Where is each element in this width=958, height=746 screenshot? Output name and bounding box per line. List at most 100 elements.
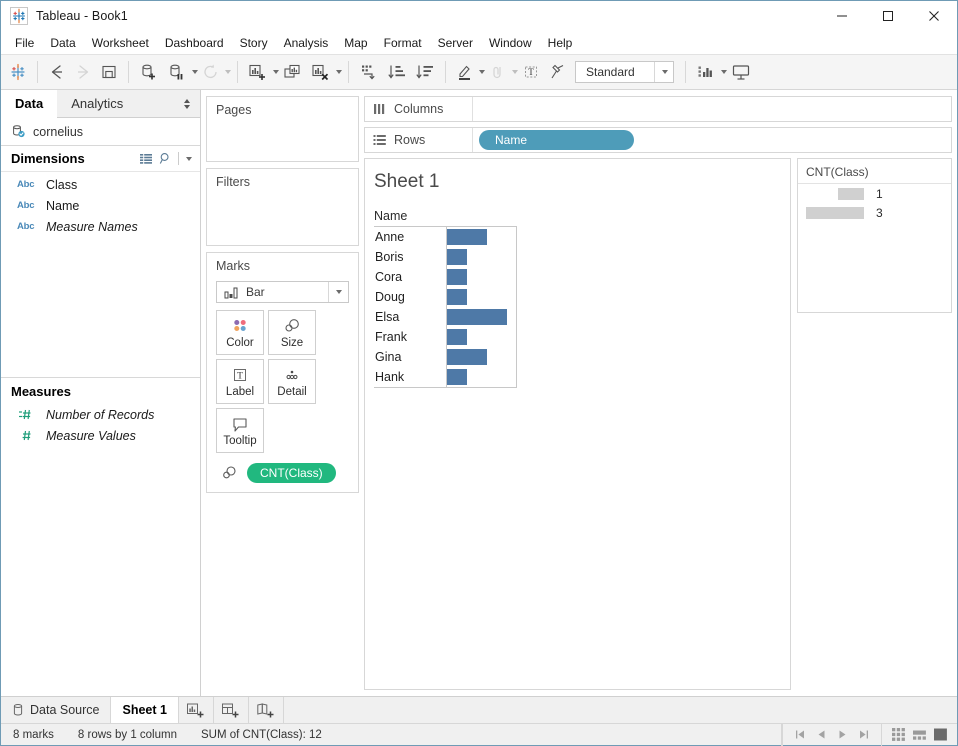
new-worksheet-tab-icon[interactable] (179, 697, 214, 723)
columns-shelf[interactable]: Columns (364, 96, 952, 122)
fix-axes-icon[interactable] (544, 58, 570, 86)
bar-mark[interactable] (447, 269, 467, 285)
size-legend[interactable]: CNT(Class) 1 3 (797, 158, 952, 313)
menu-help[interactable]: Help (540, 34, 581, 52)
filters-card[interactable]: Filters (206, 168, 359, 246)
bar-mark[interactable] (447, 329, 467, 345)
new-worksheet-icon[interactable] (244, 58, 272, 86)
menu-map[interactable]: Map (336, 34, 375, 52)
menu-dashboard[interactable]: Dashboard (157, 34, 232, 52)
menu-data[interactable]: Data (42, 34, 83, 52)
mark-type-dropdown[interactable]: Bar (216, 281, 349, 303)
dimensions-list: Abc Class Abc Name Abc Measure Names (1, 172, 200, 237)
bar-mark[interactable] (447, 249, 467, 265)
dimension-field-class[interactable]: Abc Class (1, 174, 200, 195)
fit-dropdown[interactable]: Standard (575, 61, 674, 83)
worksheet-view[interactable]: Sheet 1 Name Anne Boris Cora Doug Elsa F… (364, 158, 791, 690)
rows-shelf[interactable]: Rows Name (364, 127, 952, 153)
fit-dropdown-chevron-icon[interactable] (654, 62, 673, 82)
maximize-button[interactable] (865, 1, 911, 31)
marks-label-button[interactable]: T Label (216, 359, 264, 404)
clear-sheet-icon[interactable] (307, 58, 335, 86)
first-page-icon[interactable] (795, 729, 806, 740)
group-members-icon[interactable] (485, 58, 511, 86)
menu-worksheet[interactable]: Worksheet (84, 34, 157, 52)
dimension-field-name[interactable]: Abc Name (1, 195, 200, 216)
new-data-source-icon[interactable] (135, 58, 163, 86)
table-row[interactable]: Boris (374, 247, 516, 267)
table-row[interactable]: Gina (374, 347, 516, 367)
menu-window[interactable]: Window (481, 34, 540, 52)
data-source-item[interactable]: cornelius (1, 118, 200, 146)
measure-field-measure-values[interactable]: Measure Values (1, 425, 200, 446)
bar-mark[interactable] (447, 349, 487, 365)
swap-rows-columns-icon[interactable] (355, 58, 383, 86)
dimensions-menu-chevron-icon[interactable] (186, 156, 192, 161)
rows-pill-name[interactable]: Name (479, 130, 634, 150)
tab-analytics[interactable]: Analytics (57, 90, 137, 117)
table-row[interactable]: Doug (374, 287, 516, 307)
table-row[interactable]: Anne (374, 227, 516, 247)
tab-data-source[interactable]: Data Source (1, 697, 112, 723)
pages-card[interactable]: Pages (206, 96, 359, 162)
tab-sheet-1[interactable]: Sheet 1 (111, 697, 179, 723)
table-row[interactable]: Cora (374, 267, 516, 287)
new-story-tab-icon[interactable] (249, 697, 284, 723)
pause-data-updates-icon[interactable] (163, 58, 191, 86)
save-icon[interactable] (96, 58, 122, 86)
show-mark-labels-icon[interactable]: T (518, 58, 544, 86)
back-arrow-icon[interactable] (44, 58, 70, 86)
bar-mark[interactable] (447, 289, 467, 305)
table-row[interactable]: Frank (374, 327, 516, 347)
sort-descending-icon[interactable] (411, 58, 439, 86)
last-page-icon[interactable] (858, 729, 869, 740)
table-row[interactable]: Elsa (374, 307, 516, 327)
data-source-cylinder-icon (12, 703, 24, 717)
marks-detail-button[interactable]: Detail (268, 359, 316, 404)
forward-arrow-icon[interactable] (70, 58, 96, 86)
tab-data[interactable]: Data (1, 90, 58, 118)
marks-tooltip-button[interactable]: Tooltip (216, 408, 264, 453)
presentation-mode-icon[interactable] (727, 58, 755, 86)
bar-mark[interactable] (447, 369, 467, 385)
rows-shelf-dropzone[interactable]: Name (473, 128, 951, 152)
menu-analysis[interactable]: Analysis (276, 34, 337, 52)
tableau-home-icon[interactable] (5, 58, 31, 86)
menu-file[interactable]: File (7, 34, 42, 52)
next-page-icon[interactable] (837, 729, 848, 740)
group-dropdown-icon[interactable] (512, 70, 518, 74)
clear-sheet-dropdown-icon[interactable] (336, 70, 342, 74)
grid-view-icon[interactable] (140, 153, 153, 165)
full-view-icon[interactable] (934, 728, 947, 741)
grid-view-icon[interactable] (892, 728, 905, 741)
marks-pill-cnt-class[interactable]: CNT(Class) (247, 463, 336, 483)
card-view-icon[interactable] (913, 728, 926, 741)
duplicate-sheet-icon[interactable] (279, 58, 307, 86)
bar-mark[interactable] (447, 229, 487, 245)
marks-size-label: Size (280, 336, 304, 349)
table-row[interactable]: Hank (374, 367, 516, 387)
measure-field-number-of-records[interactable]: Number of Records (1, 404, 200, 425)
legend-item[interactable]: 3 (798, 203, 951, 222)
menu-format[interactable]: Format (376, 34, 430, 52)
highlight-icon[interactable] (452, 58, 478, 86)
data-pane-collapse-icon[interactable] (174, 90, 200, 117)
show-me-icon[interactable] (692, 58, 720, 86)
minimize-button[interactable] (819, 1, 865, 31)
menu-server[interactable]: Server (430, 34, 481, 52)
search-icon[interactable] (159, 152, 172, 165)
close-button[interactable] (911, 1, 957, 31)
marks-color-button[interactable]: Color (216, 310, 264, 355)
prev-page-icon[interactable] (816, 729, 827, 740)
menu-story[interactable]: Story (232, 34, 276, 52)
new-dashboard-tab-icon[interactable] (214, 697, 249, 723)
legend-item[interactable]: 1 (798, 184, 951, 203)
dimension-field-measure-names[interactable]: Abc Measure Names (1, 216, 200, 237)
mark-type-chevron-icon[interactable] (328, 282, 348, 302)
bar-mark[interactable] (447, 309, 507, 325)
sort-ascending-icon[interactable] (383, 58, 411, 86)
refresh-data-source-icon[interactable] (198, 58, 224, 86)
marks-size-button[interactable]: Size (268, 310, 316, 355)
refresh-dropdown-icon[interactable] (225, 70, 231, 74)
columns-shelf-dropzone[interactable] (473, 97, 951, 121)
